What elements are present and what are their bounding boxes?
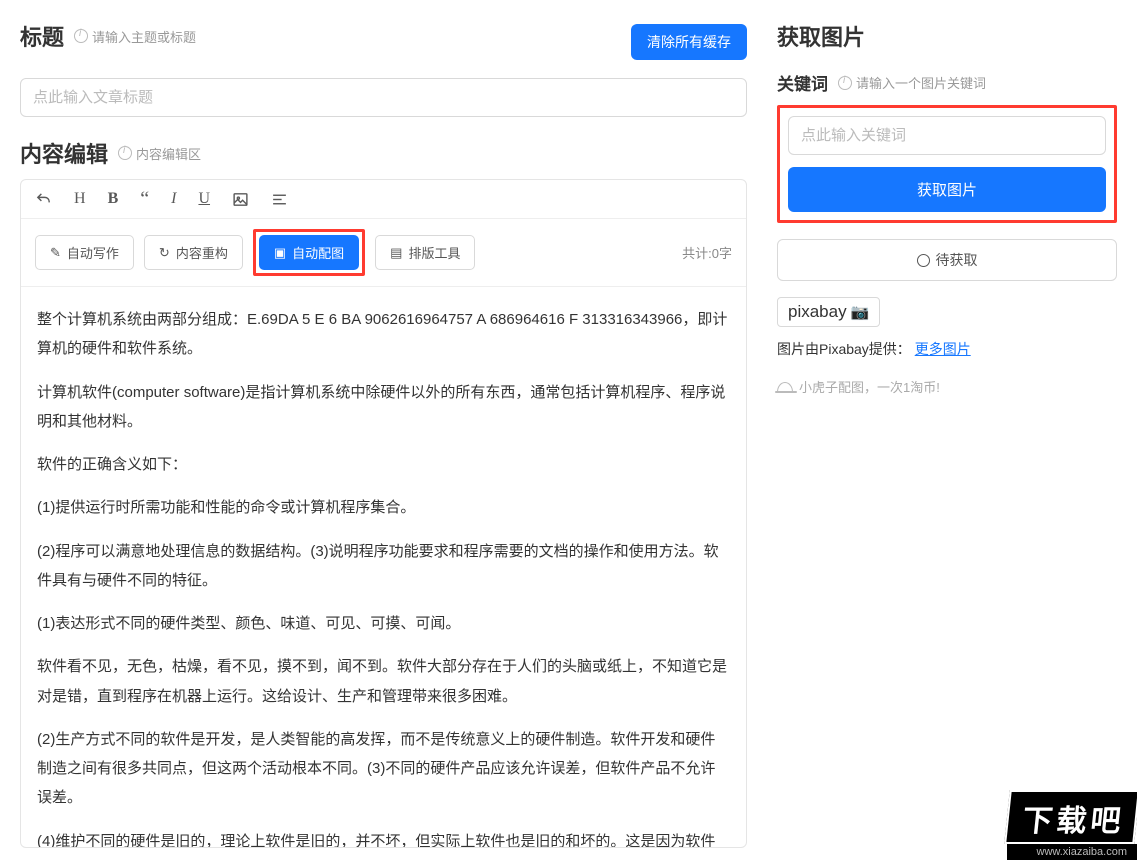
- image-panel-title: 获取图片: [777, 20, 865, 52]
- provided-by-text: 图片由Pixabay提供：: [777, 341, 911, 357]
- fetch-status-label: 待获取: [936, 250, 978, 270]
- editor-box: H B “ I U ✎自动写作 ↻内容重构 ▣自动配图 ▤排版工具 共计:0字 …: [20, 179, 747, 848]
- title-header-row: 标题 请输入主题或标题 清除所有缓存: [20, 20, 747, 64]
- layout-tool-label: 排版工具: [408, 243, 460, 262]
- info-icon: [838, 76, 852, 90]
- image-sidebar: 获取图片 关键词 请输入一个图片关键词 获取图片 待获取 pixabay 📷 图…: [777, 20, 1117, 848]
- paragraph: (1)表达形式不同的硬件类型、颜色、味道、可见、可摸、可闻。: [37, 609, 730, 638]
- paragraph: (4)维护不同的硬件是旧的，理论上软件是旧的，并不坏，但实际上软件也是旧的和坏的…: [37, 827, 730, 848]
- title-hint-text: 请输入主题或标题: [92, 27, 196, 46]
- heading-icon[interactable]: H: [74, 190, 86, 208]
- editor-content[interactable]: 整个计算机系统由两部分组成：E.69DA 5 E 6 BA 9062616964…: [21, 287, 746, 847]
- underline-icon[interactable]: U: [198, 190, 210, 208]
- paragraph: 整个计算机系统由两部分组成：E.69DA 5 E 6 BA 9062616964…: [37, 305, 730, 364]
- layout-tool-button[interactable]: ▤ 排版工具: [375, 235, 475, 270]
- image-icon[interactable]: [232, 191, 249, 208]
- picture-icon: ▣: [274, 245, 286, 261]
- watermark: 下载吧 www.xiazaiba.com: [1007, 790, 1137, 860]
- auto-write-button[interactable]: ✎ 自动写作: [35, 235, 134, 270]
- refresh-icon: ↻: [159, 245, 170, 261]
- restructure-button[interactable]: ↻ 内容重构: [144, 235, 243, 270]
- quote-icon[interactable]: “: [140, 194, 149, 204]
- italic-icon[interactable]: I: [171, 190, 176, 208]
- title-hint: 请输入主题或标题: [74, 27, 196, 46]
- bold-icon[interactable]: B: [108, 190, 119, 208]
- main-column: 标题 请输入主题或标题 清除所有缓存 内容编辑 内容编辑区 H B “: [20, 20, 747, 848]
- pixabay-text: pixabay: [788, 302, 847, 322]
- keyword-header: 关键词 请输入一个图片关键词: [777, 70, 1117, 95]
- pixabay-badge: pixabay 📷: [777, 297, 880, 327]
- content-hint-text: 内容编辑区: [136, 144, 201, 163]
- spinner-icon: [917, 254, 930, 267]
- content-header: 内容编辑 内容编辑区: [20, 137, 747, 169]
- provided-by-line: 图片由Pixabay提供： 更多图片: [777, 339, 1117, 359]
- article-title-input[interactable]: [20, 78, 747, 117]
- watermark-sub: www.xiazaiba.com: [1007, 844, 1137, 860]
- fetch-image-button[interactable]: 获取图片: [788, 167, 1106, 212]
- action-toolbar: ✎ 自动写作 ↻ 内容重构 ▣ 自动配图 ▤ 排版工具 共计:0字: [21, 219, 746, 287]
- word-count: 共计:0字: [682, 243, 732, 262]
- cost-note-text: 小虎子配图，一次1淘币!: [799, 377, 940, 396]
- pencil-icon: ✎: [50, 245, 61, 261]
- align-icon[interactable]: [271, 191, 288, 208]
- keyword-hint-text: 请输入一个图片关键词: [856, 73, 986, 92]
- image-panel-header: 获取图片: [777, 20, 1117, 52]
- format-toolbar: H B “ I U: [21, 180, 746, 219]
- paragraph: (2)生产方式不同的软件是开发，是人类智能的高发挥，而不是传统意义上的硬件制造。…: [37, 725, 730, 813]
- undo-icon[interactable]: [35, 191, 52, 208]
- paragraph: 软件的正确含义如下：: [37, 450, 730, 479]
- title-header: 标题 请输入主题或标题: [20, 20, 196, 52]
- content-label: 内容编辑: [20, 137, 108, 169]
- keyword-hint: 请输入一个图片关键词: [838, 73, 986, 92]
- title-label: 标题: [20, 20, 64, 52]
- fetch-status: 待获取: [777, 239, 1117, 281]
- auto-image-label: 自动配图: [292, 243, 344, 262]
- more-images-link[interactable]: 更多图片: [915, 341, 971, 357]
- grid-icon: ▤: [390, 245, 402, 261]
- keyword-label: 关键词: [777, 70, 828, 95]
- paragraph: (1)提供运行时所需功能和性能的命令或计算机程序集合。: [37, 493, 730, 522]
- restructure-label: 内容重构: [176, 243, 228, 262]
- watermark-main: 下载吧: [1004, 790, 1137, 844]
- content-hint: 内容编辑区: [118, 144, 201, 163]
- cost-note: 小虎子配图，一次1淘币!: [777, 377, 1117, 396]
- auto-image-highlight: ▣ 自动配图: [253, 229, 365, 276]
- paragraph: (2)程序可以满意地处理信息的数据结构。(3)说明程序功能要求和程序需要的文档的…: [37, 537, 730, 596]
- keyword-highlight-box: 获取图片: [777, 105, 1117, 223]
- paragraph: 计算机软件(computer software)是指计算机系统中除硬件以外的所有…: [37, 378, 730, 437]
- auto-image-button[interactable]: ▣ 自动配图: [259, 235, 359, 270]
- info-icon: [74, 29, 88, 43]
- auto-write-label: 自动写作: [67, 243, 119, 262]
- hat-icon: [777, 382, 793, 392]
- keyword-input[interactable]: [788, 116, 1106, 155]
- camera-icon: 📷: [851, 303, 870, 321]
- clear-cache-button[interactable]: 清除所有缓存: [631, 24, 747, 60]
- paragraph: 软件看不见，无色，枯燥，看不见，摸不到，闻不到。软件大部分存在于人们的头脑或纸上…: [37, 652, 730, 711]
- info-icon: [118, 146, 132, 160]
